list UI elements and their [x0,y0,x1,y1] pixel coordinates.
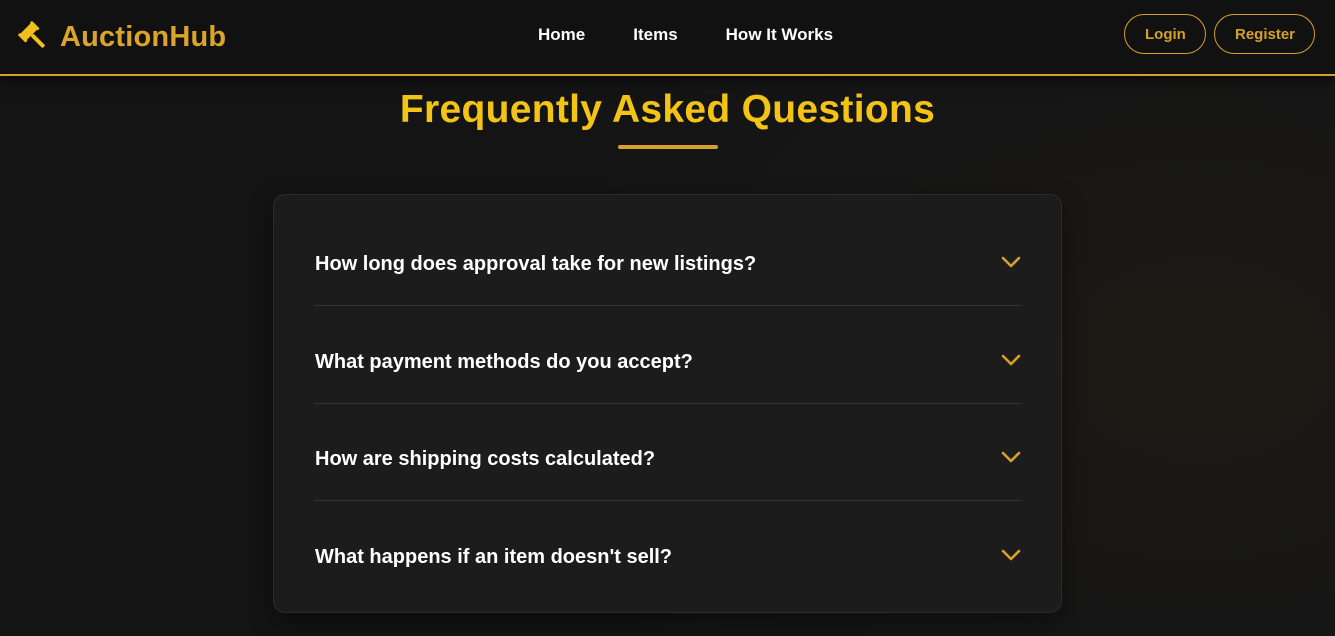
faq-item-shipping[interactable]: How are shipping costs calculated? [314,403,1021,501]
chevron-down-icon[interactable] [1001,548,1021,562]
chevron-down-icon[interactable] [1001,255,1021,269]
brand-name: AuctionHub [60,20,227,53]
faq-item-payment[interactable]: What payment methods do you accept? [314,306,1021,404]
faq-accordion: How long does approval take for new list… [273,194,1062,613]
main-nav: Home Items How It Works [538,24,833,46]
nav-items-link[interactable]: Items [633,24,677,46]
faq-item-unsold[interactable]: What happens if an item doesn't sell? [314,501,1021,598]
register-button[interactable]: Register [1214,14,1315,54]
faq-question: What payment methods do you accept? [315,351,693,373]
faq-title: Frequently Asked Questions [399,88,936,131]
faq-item-approval[interactable]: How long does approval take for new list… [314,208,1021,306]
faq-question: What happens if an item doesn't sell? [315,546,673,568]
brand-logo[interactable]: AuctionHub [18,18,226,56]
gavel-icon [18,21,45,48]
login-button[interactable]: Login [1124,14,1206,54]
title-underline [618,145,718,149]
nav-home-link[interactable]: Home [538,24,585,46]
auth-buttons: Login Register [1124,14,1315,54]
chevron-down-icon[interactable] [1001,450,1021,464]
faq-question: How are shipping costs calculated? [315,448,656,470]
chevron-down-icon[interactable] [1001,353,1021,367]
nav-how-it-works-link[interactable]: How It Works [726,24,833,46]
faq-question: How long does approval take for new list… [315,253,757,275]
navbar: AuctionHub Home Items How It Works Login… [0,0,1335,76]
